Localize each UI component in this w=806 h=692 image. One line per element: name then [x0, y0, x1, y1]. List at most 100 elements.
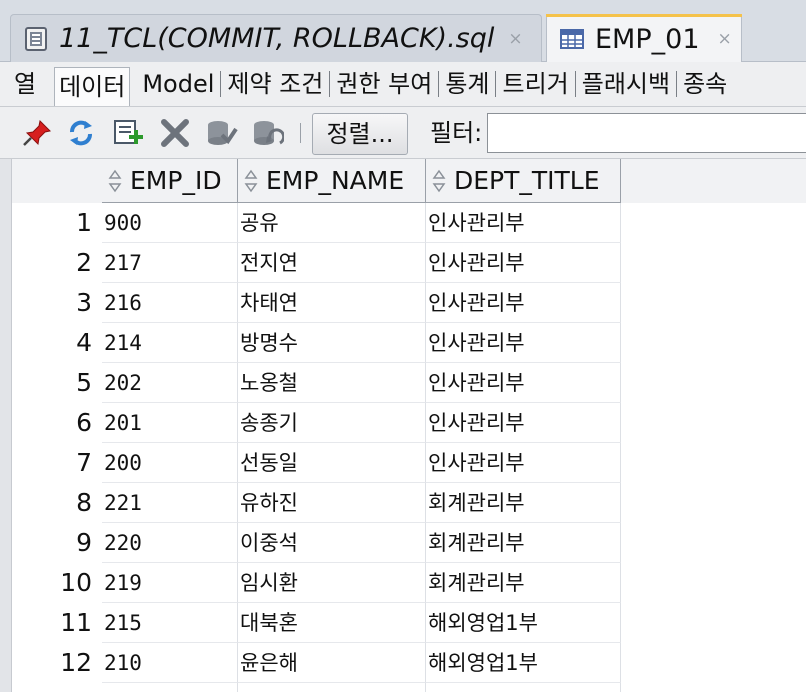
- cell-dept-title[interactable]: 인사관리부: [426, 283, 621, 323]
- table-row[interactable]: 3 216 차태연 인사관리부: [12, 283, 806, 323]
- column-header-emp-name[interactable]: EMP_NAME: [238, 159, 426, 203]
- pin-icon[interactable]: [20, 117, 54, 149]
- cell-dept-title[interactable]: 인사관리부: [426, 363, 621, 403]
- subtab-flashback[interactable]: 플래시백: [576, 62, 676, 106]
- cell-dept-title[interactable]: 해외영업1부: [426, 643, 621, 683]
- tab-title: 11_TCL(COMMIT, ROLLBACK).sql: [59, 23, 495, 54]
- cell-emp-name[interactable]: 노옹철: [238, 363, 426, 403]
- close-icon[interactable]: ×: [508, 29, 522, 49]
- object-sub-tabs: 열 데이터 Model 제약 조건 권한 부여 통계 트리거 플래시백 종속: [0, 62, 806, 107]
- sort-arrows-icon: [432, 169, 446, 192]
- cell-emp-name[interactable]: 전지연: [238, 243, 426, 283]
- cell-dept-title[interactable]: 인사관리부: [426, 203, 621, 243]
- cell-emp-id[interactable]: 215: [102, 603, 238, 643]
- cell-emp-id[interactable]: 200: [102, 443, 238, 483]
- active-tab-indicator: [546, 14, 742, 17]
- cell-emp-id[interactable]: 219: [102, 563, 238, 603]
- cell-emp-id[interactable]: 214: [102, 323, 238, 363]
- row-number: 1: [76, 208, 92, 237]
- insert-row-icon[interactable]: [112, 117, 146, 149]
- table-row[interactable]: 6 201 송종기 인사관리부: [12, 403, 806, 443]
- cell-emp-id[interactable]: 216: [102, 283, 238, 323]
- row-number: 11: [60, 608, 92, 637]
- commit-icon[interactable]: [204, 117, 238, 149]
- cell-emp-name[interactable]: 윤은해: [238, 643, 426, 683]
- filter-input[interactable]: [487, 113, 806, 153]
- cell-emp-id[interactable]: 900: [102, 203, 238, 243]
- row-number: 4: [76, 328, 92, 357]
- cell-dept-title[interactable]: 회계관리부: [426, 483, 621, 523]
- cell-emp-id[interactable]: 210: [102, 643, 238, 683]
- table-row[interactable]: 10 219 임시환 회계관리부: [12, 563, 806, 603]
- cell-emp-id[interactable]: 201: [102, 403, 238, 443]
- row-number: 12: [60, 648, 92, 677]
- subtab-triggers[interactable]: 트리거: [496, 62, 574, 106]
- cell-emp-name[interactable]: 이중석: [238, 523, 426, 563]
- table-row[interactable]: 11 215 대북혼 해외영업1부: [12, 603, 806, 643]
- subtab-data[interactable]: 데이터: [54, 66, 131, 106]
- table-row[interactable]: 8 221 유하진 회계관리부: [12, 483, 806, 523]
- grid-gutter: [0, 159, 12, 692]
- cell-emp-name[interactable]: 대북혼: [238, 603, 426, 643]
- subtab-grants[interactable]: 권한 부여: [330, 62, 438, 106]
- sort-arrows-icon: [244, 169, 258, 192]
- data-toolbar: 정렬... 필터:: [0, 107, 806, 159]
- table-row[interactable]: 5 202 노옹철 인사관리부: [12, 363, 806, 403]
- row-number: 8: [76, 488, 92, 517]
- rollback-icon[interactable]: [250, 117, 284, 149]
- row-number: 6: [76, 408, 92, 437]
- subtab-constraints[interactable]: 제약 조건: [221, 62, 329, 106]
- table-row[interactable]: 2 217 전지연 인사관리부: [12, 243, 806, 283]
- subtab-dependencies[interactable]: 종속: [677, 62, 733, 106]
- cell-dept-title[interactable]: [426, 683, 621, 692]
- row-number: 3: [76, 288, 92, 317]
- cell-emp-id[interactable]: 220: [102, 523, 238, 563]
- row-number: 5: [76, 368, 92, 397]
- column-header-label: DEPT_TITLE: [454, 166, 600, 195]
- table-row[interactable]: 1 900 공유 인사관리부: [12, 203, 806, 243]
- cell-emp-name[interactable]: 차태연: [238, 283, 426, 323]
- cell-emp-id[interactable]: 217: [102, 243, 238, 283]
- cell-dept-title[interactable]: 인사관리부: [426, 443, 621, 483]
- cell-emp-name[interactable]: 유하진: [238, 483, 426, 523]
- tab-sql-worksheet[interactable]: 11_TCL(COMMIT, ROLLBACK).sql ×: [10, 14, 542, 62]
- cell-dept-title[interactable]: 인사관리부: [426, 243, 621, 283]
- table-row[interactable]: 9 220 이중석 회계관리부: [12, 523, 806, 563]
- subtab-model[interactable]: Model: [130, 62, 220, 106]
- close-icon[interactable]: ×: [718, 29, 732, 49]
- table-row[interactable]: 12 210 윤은해 해외영업1부: [12, 643, 806, 683]
- cell-dept-title[interactable]: 인사관리부: [426, 403, 621, 443]
- tab-emp-01[interactable]: EMP_01 ×: [546, 14, 742, 63]
- subtab-statistics[interactable]: 통계: [439, 62, 495, 106]
- column-header-label: EMP_ID: [130, 166, 222, 195]
- editor-tab-bar: 11_TCL(COMMIT, ROLLBACK).sql × EMP_01 ×: [0, 0, 806, 63]
- cell-emp-name[interactable]: 임시환: [238, 563, 426, 603]
- cell-dept-title[interactable]: 인사관리부: [426, 323, 621, 363]
- refresh-icon[interactable]: [64, 117, 98, 149]
- sql-worksheet-icon: [25, 26, 47, 51]
- cell-emp-name[interactable]: 공유: [238, 203, 426, 243]
- table-row[interactable]: 13: [12, 683, 806, 692]
- cell-emp-name[interactable]: 선동일: [238, 443, 426, 483]
- cell-emp-name[interactable]: [238, 683, 426, 692]
- cell-emp-name[interactable]: 송종기: [238, 403, 426, 443]
- subtab-columns[interactable]: 열: [0, 62, 54, 106]
- toolbar-divider: [300, 123, 301, 143]
- cell-emp-name[interactable]: 방명수: [238, 323, 426, 363]
- table-row[interactable]: 7 200 선동일 인사관리부: [12, 443, 806, 483]
- row-number: 13: [12, 683, 102, 692]
- row-number: 2: [76, 248, 92, 277]
- sort-button[interactable]: 정렬...: [312, 113, 408, 155]
- table-row[interactable]: 4 214 방명수 인사관리부: [12, 323, 806, 363]
- cell-emp-id[interactable]: 202: [102, 363, 238, 403]
- table-icon: [560, 29, 584, 49]
- cell-dept-title[interactable]: 회계관리부: [426, 563, 621, 603]
- column-header-emp-id[interactable]: EMP_ID: [102, 159, 238, 203]
- cell-dept-title[interactable]: 해외영업1부: [426, 603, 621, 643]
- cell-emp-id[interactable]: [102, 683, 238, 692]
- row-number: 9: [76, 528, 92, 557]
- cell-dept-title[interactable]: 회계관리부: [426, 523, 621, 563]
- cell-emp-id[interactable]: 221: [102, 483, 238, 523]
- column-header-dept-title[interactable]: DEPT_TITLE: [426, 159, 621, 203]
- delete-row-icon[interactable]: [158, 117, 192, 149]
